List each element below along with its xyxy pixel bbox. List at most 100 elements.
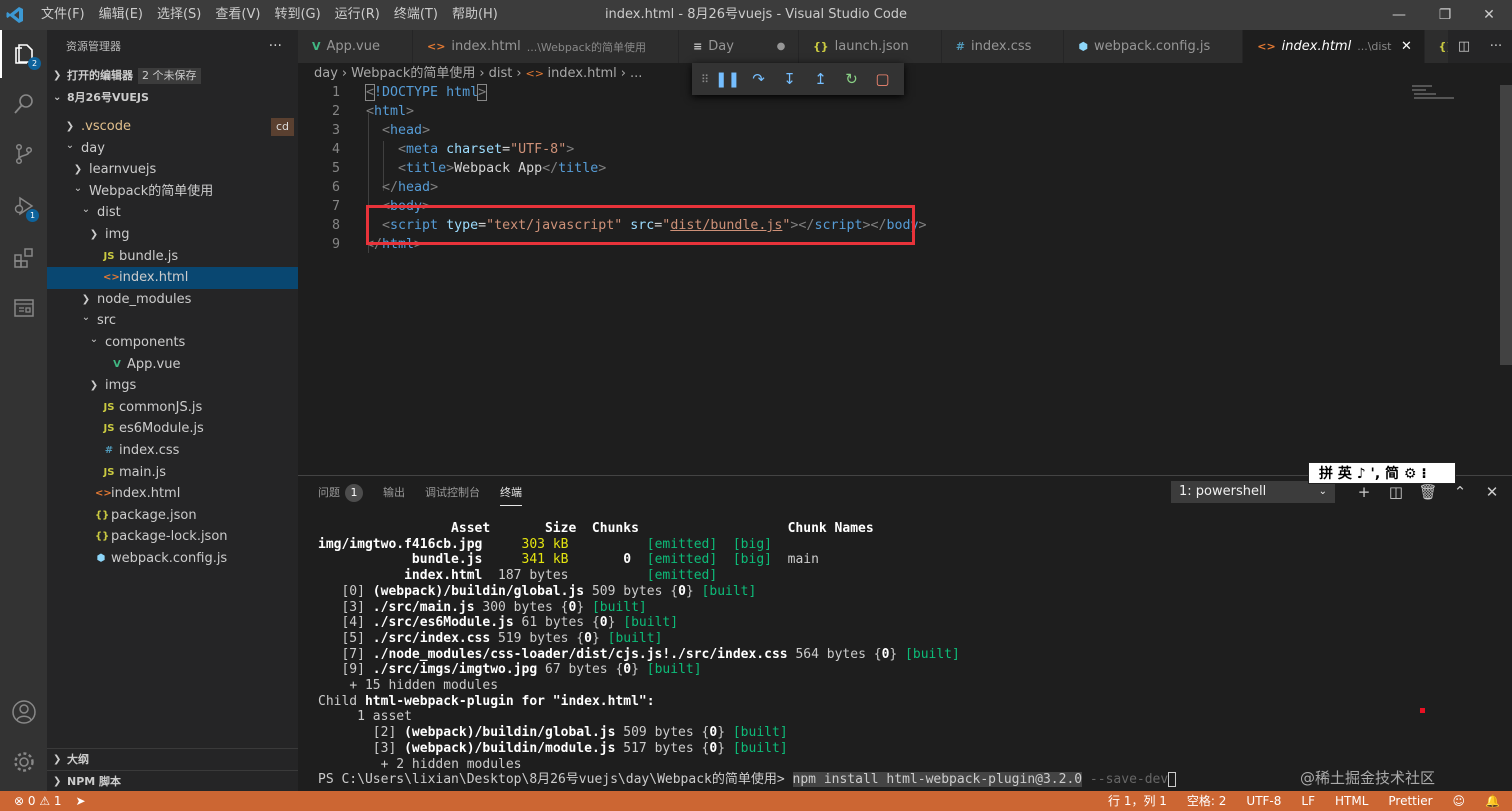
tab-debug-console[interactable]: 调试控制台 [425, 476, 480, 509]
tab-terminal[interactable]: 终端 [500, 476, 522, 509]
line-number: 5 [331, 161, 340, 176]
tab-output[interactable]: 输出 [383, 476, 405, 509]
terminal-command: npm install html-webpack-plugin@3.2.0 [792, 772, 1083, 788]
workspace-label: 8月26号VUEJS [67, 91, 149, 104]
editor-tab[interactable]: <> index.html ...\dist ✕ [1243, 30, 1425, 63]
folder-item[interactable]: ❯ imgs [47, 375, 298, 397]
file-item[interactable]: ⬢ webpack.config.js [47, 548, 298, 570]
remote-explorer-activity-icon[interactable] [0, 284, 47, 332]
folder-item[interactable]: ⌄ src [47, 310, 298, 332]
breadcrumb-item[interactable]: day [314, 66, 338, 81]
terminal-select[interactable]: 1: powershell ⌄ [1171, 481, 1335, 503]
editor-tab[interactable]: ⬢ webpack.config.js [1064, 30, 1244, 63]
language-mode[interactable]: HTML [1335, 791, 1368, 811]
folder-item[interactable]: ⌄ day [47, 138, 298, 160]
folder-item[interactable]: ⌄ dist [47, 202, 298, 224]
menu-item[interactable]: 帮助(H) [445, 0, 505, 30]
file-item[interactable]: <> index.html [47, 267, 298, 289]
item-text: day [81, 140, 105, 156]
file-item[interactable]: V App.vue [47, 354, 298, 376]
editor-tab[interactable]: # index.css [941, 30, 1065, 63]
end-of-line[interactable]: LF [1301, 791, 1315, 811]
asset-chunk-name: main [787, 552, 819, 568]
breadcrumb-item[interactable]: dist [489, 66, 513, 81]
ime-toolbar[interactable]: 拼 英 ♪ ', 简 ⚙ ⁝ [1308, 462, 1456, 484]
file-item[interactable]: <> index.html [47, 483, 298, 505]
menu-item[interactable]: 查看(V) [208, 0, 267, 30]
file-item[interactable]: {} package.json [47, 505, 298, 527]
terminal-line: [3] (webpack)/buildin/module.js 517 byte… [318, 741, 1176, 757]
menu-item[interactable]: 文件(F) [34, 0, 92, 30]
folder-item[interactable]: ⌄ components [47, 332, 298, 354]
run-debug-activity-icon[interactable]: 1 [0, 182, 47, 230]
outline-section[interactable]: ❯ 大纲 [47, 748, 298, 770]
code-editor[interactable]: 1 2 3 4 5 6 7 8 9 <!DOCTYPE html> <html>… [298, 84, 1498, 475]
close-window-button[interactable]: ✕ [1466, 0, 1512, 30]
close-panel-icon[interactable]: ✕ [1476, 481, 1508, 503]
more-actions-icon[interactable]: ··· [1490, 39, 1502, 54]
notifications-icon[interactable]: 🔔 [1485, 791, 1500, 811]
prettier-status[interactable]: Prettier [1388, 791, 1432, 811]
file-item[interactable]: # index.css [47, 440, 298, 462]
editor-tab[interactable]: V App.vue [298, 30, 413, 63]
terminal-prompt-line[interactable]: PS C:\Users\lixian\Desktop\8月26号vuejs\da… [318, 772, 1177, 788]
item-label: dist [97, 202, 121, 224]
breadcrumb-item[interactable]: Webpack的简单使用 [351, 66, 475, 81]
source-control-activity-icon[interactable] [0, 130, 47, 178]
menu-item[interactable]: 编辑(E) [92, 0, 150, 30]
menu-item[interactable]: 转到(G) [267, 0, 327, 30]
terminal-text: { [584, 615, 600, 631]
editor-tab[interactable]: ≡ Day ● [679, 30, 799, 63]
menu-item[interactable]: 选择(S) [150, 0, 208, 30]
workspace-section[interactable]: ⌄ 8月26号VUEJS [47, 87, 298, 109]
tab-file-icon: ≡ [693, 40, 703, 53]
search-activity-icon[interactable] [0, 80, 47, 128]
dirty-dot-icon[interactable]: ● [774, 41, 788, 52]
editor-tab[interactable]: <> index.html ...\Webpack的简单使用 [412, 30, 680, 63]
folder-item[interactable]: ❯ learnvuejs [47, 159, 298, 181]
item-label: components [105, 332, 185, 354]
split-editor-icon[interactable]: ◫ [1458, 39, 1470, 54]
extensions-activity-icon[interactable] [0, 234, 47, 282]
account-activity-icon[interactable] [0, 688, 47, 736]
file-item[interactable]: JS commonJS.js [47, 397, 298, 419]
file-item[interactable]: {} package-lock.json [47, 526, 298, 548]
more-actions-icon[interactable]: ··· [269, 30, 282, 63]
open-editors-section[interactable]: ❯ 打开的编辑器 2 个未保存 [47, 65, 298, 87]
chevron-up-icon[interactable]: ⌃ [1444, 481, 1476, 503]
editor-scrollbar[interactable] [1500, 85, 1512, 365]
debug-badge: 1 [26, 209, 39, 222]
indentation[interactable]: 空格: 2 [1187, 791, 1227, 811]
folder-item[interactable]: ❯ img [47, 224, 298, 246]
breadcrumb-item[interactable]: ... [630, 66, 642, 81]
debug-status-icon[interactable]: ➤ [76, 791, 86, 811]
close-tab-icon[interactable]: ✕ [1400, 39, 1414, 54]
encoding[interactable]: UTF-8 [1246, 791, 1281, 811]
folder-item[interactable]: ❯ .vscode cd [47, 116, 298, 138]
editor-tab[interactable]: {} launch.json [798, 30, 942, 63]
menu-item[interactable]: 运行(R) [328, 0, 387, 30]
maximize-button[interactable]: ❐ [1422, 0, 1468, 30]
manage-gear-activity-icon[interactable] [0, 738, 47, 786]
problems-status[interactable]: ⊗ 0 ⚠ 1 [14, 791, 62, 811]
drag-handle-icon[interactable]: ⠿ [698, 73, 712, 86]
chevron-down-icon: ⌄ [73, 182, 83, 194]
file-item[interactable]: JS es6Module.js [47, 418, 298, 440]
explorer-activity-icon[interactable]: 2 [0, 30, 47, 78]
module-size: 300 bytes [482, 599, 553, 615]
file-item[interactable]: JS bundle.js [47, 246, 298, 268]
feedback-icon[interactable]: ☺ [1453, 791, 1466, 811]
menu-item[interactable]: 终端(T) [387, 0, 445, 30]
npm-scripts-section[interactable]: ❯ NPM 脚本 [47, 770, 298, 792]
minimize-button[interactable]: — [1376, 0, 1422, 30]
file-item[interactable]: JS main.js [47, 462, 298, 484]
tab-problems[interactable]: 问题 1 [318, 476, 363, 509]
breadcrumb-item[interactable]: index.html [547, 66, 616, 81]
hidden-modules: + 15 hidden modules [349, 678, 499, 694]
terminal-output[interactable]: Asset Size Chunks Chunk Names img/imgtwo.… [318, 521, 1177, 788]
minimap[interactable] [1410, 85, 1470, 105]
cursor-position[interactable]: 行 1，列 1 [1108, 791, 1167, 811]
